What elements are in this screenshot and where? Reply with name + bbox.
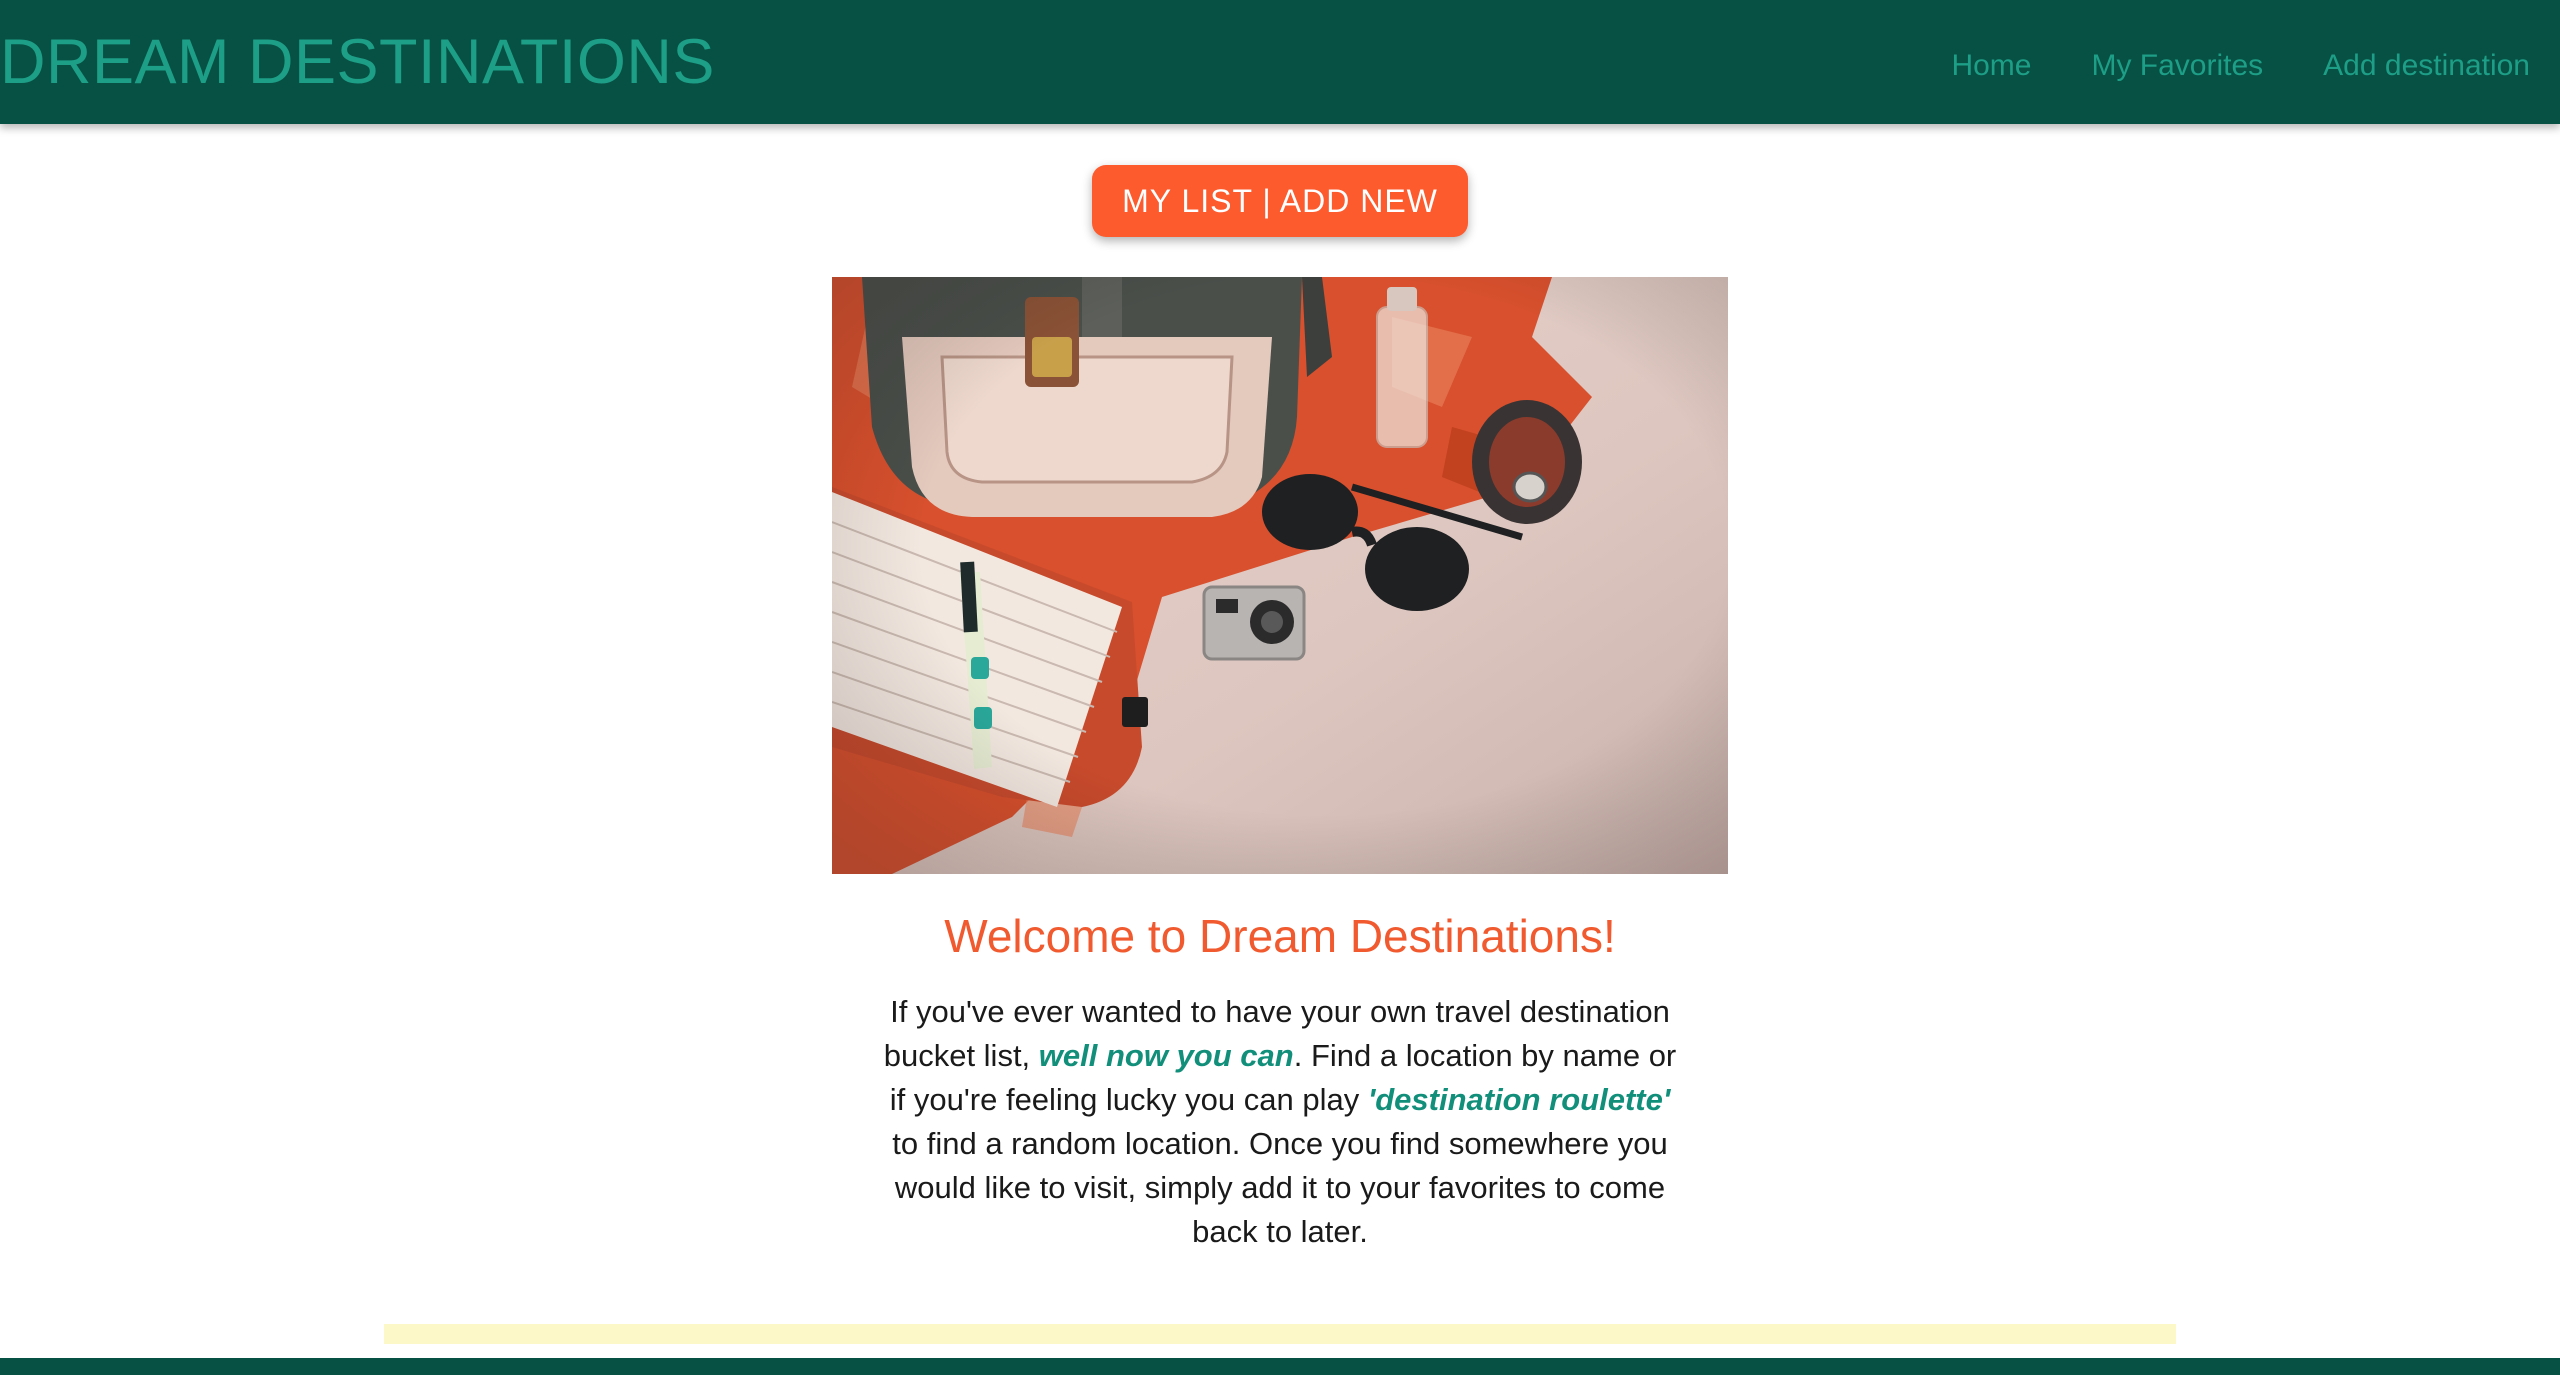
nav-link-my-favorites[interactable]: My Favorites bbox=[2091, 44, 2263, 88]
nav-link-home[interactable]: Home bbox=[1951, 44, 2031, 88]
intro-highlight-destination-roulette: 'destination roulette' bbox=[1367, 1082, 1671, 1117]
intro-highlight-well-now-you-can: well now you can bbox=[1038, 1038, 1294, 1073]
intro-text-3: to find a random location. Once you find… bbox=[892, 1126, 1668, 1249]
brand-title[interactable]: DREAM DESTINATIONS bbox=[0, 24, 715, 100]
intro-paragraph: If you've ever wanted to have your own t… bbox=[880, 990, 1680, 1254]
footer-bar bbox=[0, 1358, 2560, 1375]
my-list-add-new-button[interactable]: MY LIST | ADD NEW bbox=[1092, 165, 1468, 237]
nav-links: Home My Favorites Add destination bbox=[1951, 44, 2530, 88]
top-navbar: DREAM DESTINATIONS Home My Favorites Add… bbox=[0, 0, 2560, 124]
content-strip bbox=[384, 1324, 2176, 1344]
hero-image bbox=[832, 277, 1728, 874]
nav-link-add-destination[interactable]: Add destination bbox=[2323, 44, 2530, 88]
welcome-heading: Welcome to Dream Destinations! bbox=[944, 910, 1616, 962]
